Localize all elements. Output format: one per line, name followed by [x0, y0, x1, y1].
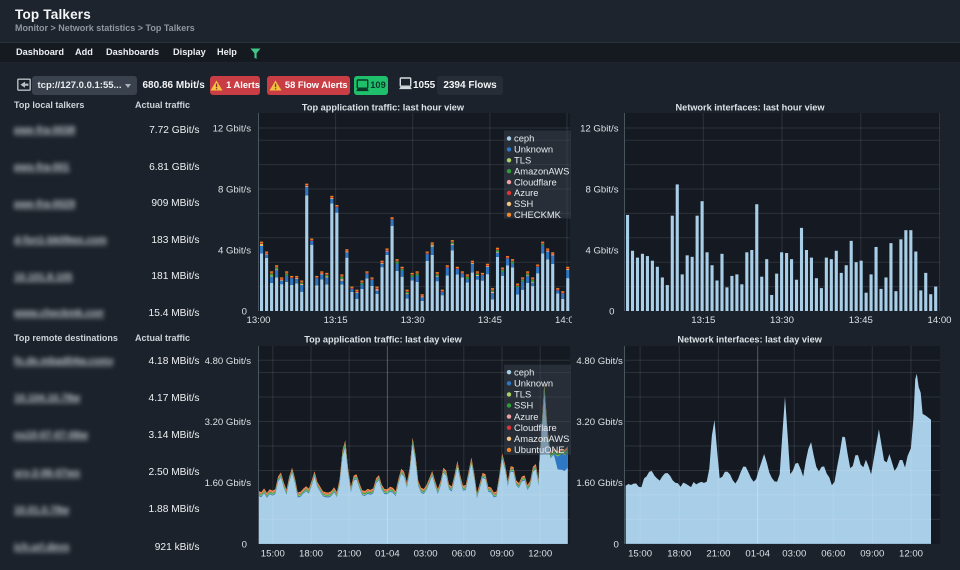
svg-text:18:00: 18:00 [667, 549, 691, 560]
svg-text:8 Gbit/s: 8 Gbit/s [585, 185, 618, 196]
svg-text:13:00: 13:00 [246, 315, 270, 326]
svg-text:Azure: Azure [514, 187, 539, 198]
svg-text:13:45: 13:45 [478, 315, 502, 326]
svg-text:4 Gbit/s: 4 Gbit/s [585, 246, 618, 257]
svg-text:8 Gbit/s: 8 Gbit/s [218, 185, 251, 196]
svg-text:ceph: ceph [514, 366, 534, 377]
svg-text:UbuntuONE: UbuntuONE [514, 444, 565, 455]
svg-text:CHECKMK: CHECKMK [514, 209, 562, 220]
svg-text:0: 0 [242, 539, 247, 550]
svg-text:13:30: 13:30 [770, 315, 794, 326]
svg-text:3.20 Gbit/s: 3.20 Gbit/s [205, 417, 251, 428]
svg-text:12:00: 12:00 [528, 549, 552, 560]
svg-text:4 Gbit/s: 4 Gbit/s [218, 246, 251, 257]
svg-text:09:00: 09:00 [490, 549, 514, 560]
svg-text:1.60 Gbit/s: 1.60 Gbit/s [576, 478, 623, 489]
svg-text:Top application traffic: last: Top application traffic: last hour view [302, 103, 465, 113]
svg-text:21:00: 21:00 [706, 549, 730, 560]
svg-text:13:15: 13:15 [324, 315, 348, 326]
svg-text:Network interfaces: last hour: Network interfaces: last hour view [675, 103, 825, 113]
svg-text:Unknown: Unknown [514, 378, 553, 389]
svg-text:Unknown: Unknown [514, 144, 553, 155]
svg-text:13:30: 13:30 [401, 315, 425, 326]
svg-text:09:00: 09:00 [860, 549, 884, 560]
svg-text:1.60 Gbit/s: 1.60 Gbit/s [205, 478, 251, 489]
svg-text:03:00: 03:00 [414, 549, 438, 560]
svg-text:4.80 Gbit/s: 4.80 Gbit/s [205, 356, 251, 367]
svg-text:AmazonAWS: AmazonAWS [514, 165, 569, 176]
svg-text:3.20 Gbit/s: 3.20 Gbit/s [576, 417, 623, 428]
svg-text:TLS: TLS [514, 389, 531, 400]
svg-text:15:00: 15:00 [261, 549, 285, 560]
svg-text:06:00: 06:00 [821, 549, 845, 560]
svg-text:03:00: 03:00 [782, 549, 806, 560]
svg-text:15:00: 15:00 [628, 549, 652, 560]
svg-text:TLS: TLS [514, 155, 531, 166]
svg-text:18:00: 18:00 [299, 549, 323, 560]
svg-text:Network interfaces: last day v: Network interfaces: last day view [677, 335, 822, 345]
svg-text:12 Gbit/s: 12 Gbit/s [580, 124, 619, 135]
svg-text:12:00: 12:00 [899, 549, 923, 560]
svg-text:SSH: SSH [514, 198, 533, 209]
svg-text:Azure: Azure [514, 411, 539, 422]
svg-text:Cloudflare: Cloudflare [514, 422, 557, 433]
svg-text:0: 0 [613, 539, 618, 550]
svg-text:01-04: 01-04 [745, 549, 770, 560]
svg-text:06:00: 06:00 [452, 549, 476, 560]
svg-text:ceph: ceph [514, 133, 534, 144]
svg-text:21:00: 21:00 [337, 549, 361, 560]
svg-text:0: 0 [609, 307, 614, 318]
svg-text:13:45: 13:45 [849, 315, 873, 326]
svg-text:4.80 Gbit/s: 4.80 Gbit/s [576, 356, 623, 367]
svg-text:14:00: 14:00 [555, 315, 572, 326]
svg-text:14:00: 14:00 [927, 315, 951, 326]
svg-text:Top application traffic: last: Top application traffic: last day view [304, 335, 462, 345]
svg-text:12 Gbit/s: 12 Gbit/s [213, 124, 252, 135]
svg-text:Cloudflare: Cloudflare [514, 176, 557, 187]
svg-text:01-04: 01-04 [375, 549, 400, 560]
svg-text:AmazonAWS: AmazonAWS [514, 433, 569, 444]
svg-text:13:15: 13:15 [691, 315, 715, 326]
svg-text:SSH: SSH [514, 400, 533, 411]
